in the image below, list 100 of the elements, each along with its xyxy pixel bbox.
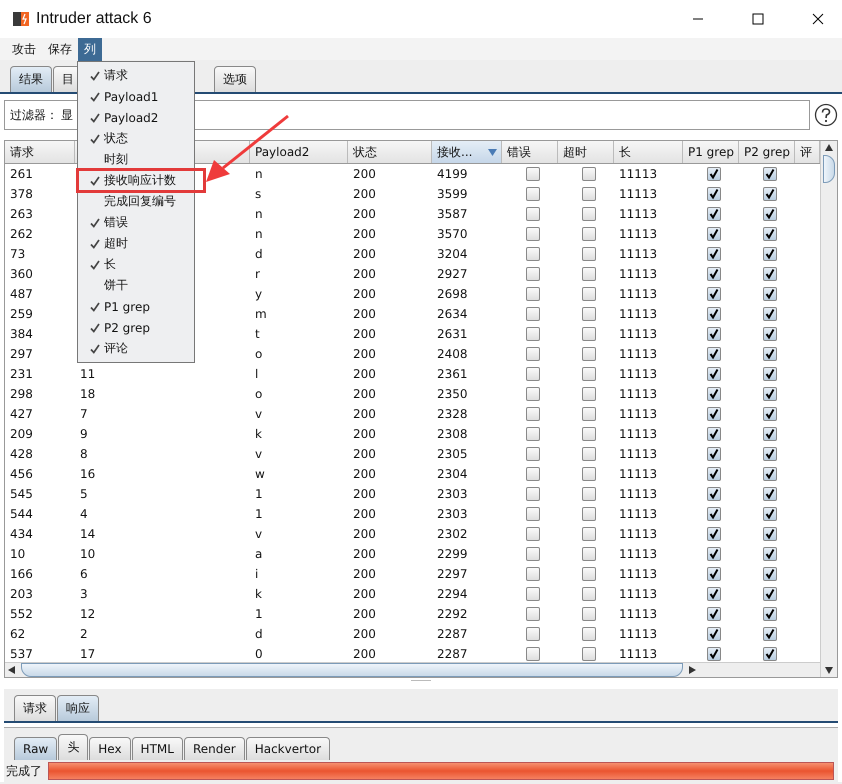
checkbox[interactable] (526, 187, 540, 202)
column-header[interactable]: 错误 (502, 141, 558, 163)
checkbox[interactable] (582, 247, 596, 262)
menu-item[interactable]: Payload2 (78, 107, 194, 128)
checkbox[interactable] (526, 547, 540, 562)
checkbox[interactable] (526, 487, 540, 502)
checkbox[interactable] (582, 287, 596, 302)
checkbox[interactable] (582, 367, 596, 382)
checkbox[interactable] (706, 647, 720, 662)
tab[interactable]: Hex (89, 737, 131, 760)
menu-item[interactable]: P1 grep (78, 296, 194, 317)
checkbox[interactable] (706, 567, 720, 582)
scroll-thumb[interactable] (21, 663, 683, 677)
checkbox[interactable] (762, 287, 776, 302)
checkbox[interactable] (526, 267, 540, 282)
checkbox[interactable] (762, 227, 776, 242)
checkbox[interactable] (706, 407, 720, 422)
checkbox[interactable] (706, 227, 720, 242)
checkbox[interactable] (526, 307, 540, 322)
tab[interactable]: Render (184, 737, 245, 760)
tab[interactable]: 响应 (57, 695, 99, 721)
checkbox[interactable] (762, 547, 776, 562)
checkbox[interactable] (526, 507, 540, 522)
checkbox[interactable] (582, 527, 596, 542)
tab[interactable]: Hackvertor (246, 737, 330, 760)
checkbox[interactable] (526, 347, 540, 362)
checkbox[interactable] (706, 547, 720, 562)
checkbox[interactable] (706, 527, 720, 542)
column-header[interactable]: 接收... (432, 141, 502, 163)
checkbox[interactable] (706, 347, 720, 362)
checkbox[interactable] (526, 427, 540, 442)
checkbox[interactable] (526, 247, 540, 262)
checkbox[interactable] (706, 307, 720, 322)
close-icon[interactable] (812, 13, 824, 25)
checkbox[interactable] (762, 467, 776, 482)
tab[interactable]: 头 (58, 734, 88, 760)
column-header[interactable]: 长 (614, 141, 683, 163)
menu-item[interactable]: 状态 (78, 128, 194, 149)
checkbox[interactable] (582, 587, 596, 602)
checkbox[interactable] (582, 467, 596, 482)
checkbox[interactable] (582, 647, 596, 662)
checkbox[interactable] (706, 507, 720, 522)
checkbox[interactable] (526, 387, 540, 402)
scroll-left-icon[interactable] (8, 666, 16, 674)
checkbox[interactable] (526, 607, 540, 622)
tab[interactable]: 请求 (14, 695, 56, 721)
checkbox[interactable] (582, 547, 596, 562)
checkbox[interactable] (582, 427, 596, 442)
scroll-right-icon[interactable] (688, 666, 696, 674)
checkbox[interactable] (582, 187, 596, 202)
checkbox[interactable] (762, 447, 776, 462)
checkbox[interactable] (762, 187, 776, 202)
column-header[interactable]: P2 grep (739, 141, 795, 163)
menu-item[interactable]: 饼干 (78, 275, 194, 296)
checkbox[interactable] (762, 327, 776, 342)
checkbox[interactable] (762, 607, 776, 622)
checkbox[interactable] (706, 467, 720, 482)
menu-item[interactable]: 超时 (78, 233, 194, 254)
checkbox[interactable] (526, 527, 540, 542)
checkbox[interactable] (582, 307, 596, 322)
checkbox[interactable] (762, 527, 776, 542)
checkbox[interactable] (526, 207, 540, 222)
vertical-scrollbar[interactable] (820, 141, 837, 677)
menu-item[interactable]: 错误 (78, 212, 194, 233)
checkbox[interactable] (762, 567, 776, 582)
checkbox[interactable] (762, 347, 776, 362)
checkbox[interactable] (582, 267, 596, 282)
checkbox[interactable] (762, 507, 776, 522)
checkbox[interactable] (706, 267, 720, 282)
help-icon[interactable] (814, 103, 838, 127)
checkbox[interactable] (582, 347, 596, 362)
scroll-thumb[interactable] (823, 155, 835, 183)
checkbox[interactable] (582, 447, 596, 462)
checkbox[interactable] (582, 167, 596, 182)
checkbox[interactable] (706, 627, 720, 642)
checkbox[interactable] (526, 467, 540, 482)
checkbox[interactable] (706, 387, 720, 402)
checkbox[interactable] (762, 487, 776, 502)
checkbox[interactable] (762, 587, 776, 602)
checkbox[interactable] (582, 567, 596, 582)
column-header[interactable]: Payload2 (250, 141, 348, 163)
checkbox[interactable] (582, 387, 596, 402)
checkbox[interactable] (762, 307, 776, 322)
checkbox[interactable] (526, 587, 540, 602)
checkbox[interactable] (706, 367, 720, 382)
checkbox[interactable] (706, 287, 720, 302)
checkbox[interactable] (526, 167, 540, 182)
tab[interactable]: 结果 (10, 66, 52, 92)
menu-item[interactable]: 列 (78, 38, 102, 60)
checkbox[interactable] (582, 407, 596, 422)
checkbox[interactable] (526, 447, 540, 462)
checkbox[interactable] (526, 407, 540, 422)
checkbox[interactable] (762, 647, 776, 662)
checkbox[interactable] (762, 167, 776, 182)
checkbox[interactable] (762, 407, 776, 422)
checkbox[interactable] (706, 247, 720, 262)
checkbox[interactable] (762, 427, 776, 442)
tab[interactable]: Raw (14, 737, 58, 760)
checkbox[interactable] (582, 227, 596, 242)
checkbox[interactable] (762, 247, 776, 262)
